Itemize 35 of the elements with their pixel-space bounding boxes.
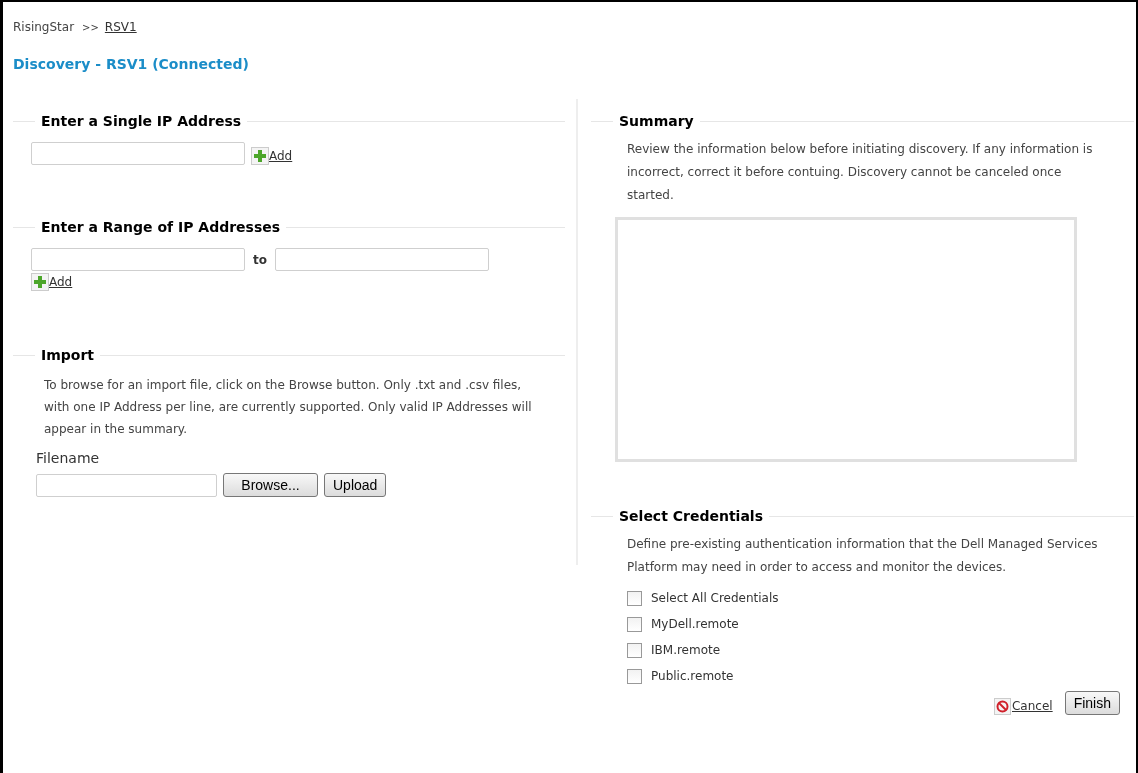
checkbox-label: Public.remote [651, 668, 734, 685]
summary-description: Review the information below before initiating discovery. If any information is incorrect, correct it before contuing. Discovery cannot be canceled once started. [626, 141, 1094, 204]
checkbox-label: Select All Credentials [651, 590, 779, 607]
checkbox[interactable] [627, 668, 642, 684]
finish-button[interactable]: Finish [1064, 691, 1120, 715]
filename-label: Filename [35, 449, 101, 468]
section-heading: Import [40, 346, 96, 365]
checkbox[interactable] [627, 590, 642, 606]
add-button[interactable]: Add [31, 273, 73, 291]
upload-button[interactable]: Upload [324, 473, 387, 497]
to-label: to [253, 251, 267, 269]
plus-icon [31, 273, 49, 291]
credentials-description: Define pre-existing authentication information that the Dell Managed Services Platform may need in order to access and monitor the devices. [626, 536, 1099, 576]
range-start-field[interactable] [31, 248, 245, 271]
prohibited-icon [994, 698, 1011, 715]
checkbox-label: IBM.remote [651, 642, 721, 659]
browse-button[interactable]: Browse... [223, 473, 318, 497]
checkbox[interactable] [627, 642, 642, 658]
plus-icon [251, 147, 269, 165]
page-title: Discovery - RSV1 (Connected) [12, 55, 250, 74]
section-heading: Enter a Range of IP Addresses [40, 218, 282, 237]
section-heading: Select Credentials [618, 507, 764, 526]
breadcrumb-link[interactable]: RSV1 [104, 18, 137, 36]
section-heading: Summary [618, 112, 695, 131]
import-description: To browse for an import file, click on the Browse button. Only .txt and .csv files, with one IP Address per line, are currently supported. Only valid IP Addresses will appear in the summary. [43, 377, 533, 438]
breadcrumb-separator: >> [82, 20, 99, 35]
cancel-link[interactable]: Cancel [994, 697, 1053, 715]
breadcrumb-item[interactable]: RisingStar [13, 18, 75, 36]
filename-field[interactable] [36, 474, 217, 497]
ip-address-field[interactable] [31, 142, 245, 165]
section-heading: Enter a Single IP Address [40, 112, 243, 131]
checkbox[interactable] [627, 616, 642, 632]
add-button[interactable]: Add [251, 147, 293, 165]
checkbox-label: MyDell.remote [651, 616, 739, 633]
range-end-field[interactable] [275, 248, 489, 271]
